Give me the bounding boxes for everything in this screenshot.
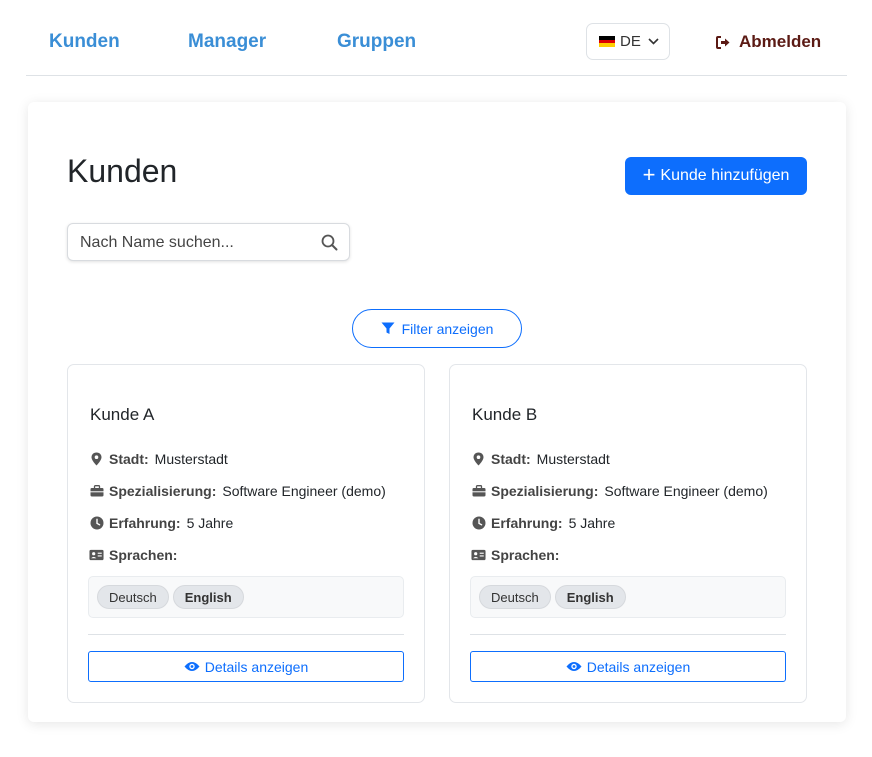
map-marker-icon: [89, 452, 104, 466]
plus-icon: +: [642, 162, 656, 187]
experience-label: Erfahrung:: [109, 515, 181, 531]
top-navigation: Kunden Manager Gruppen DE Abmelden: [26, 0, 847, 76]
show-details-button[interactable]: Details anzeigen: [88, 651, 404, 682]
eye-icon: [184, 662, 200, 671]
id-card-icon: [89, 549, 104, 561]
search-box: [67, 223, 350, 261]
main-card: Kunden + Kunde hinzufügen Filter anzeige…: [28, 102, 846, 722]
logout-label: Abmelden: [739, 32, 822, 51]
clock-icon: [471, 516, 486, 530]
details-label: Details anzeigen: [204, 658, 309, 675]
details-label: Details anzeigen: [586, 658, 691, 675]
show-filter-button[interactable]: Filter anzeigen: [352, 309, 522, 348]
specialization-label: Spezialisierung:: [491, 483, 599, 499]
map-marker-icon: [471, 452, 486, 466]
city-value: Musterstadt: [154, 451, 228, 467]
logout-button[interactable]: Abmelden: [716, 31, 821, 53]
customer-city-row: Stadt: Musterstadt: [471, 450, 610, 468]
language-value: DE: [620, 33, 641, 50]
language-select[interactable]: DE: [586, 23, 670, 60]
experience-value: 5 Jahre: [568, 515, 616, 531]
customer-card: Kunde B Stadt: Musterstadt Spezialisieru…: [449, 364, 807, 703]
add-customer-button[interactable]: + Kunde hinzufügen: [625, 157, 807, 195]
customer-languages-row: Sprachen:: [89, 546, 183, 564]
nav-link-manager[interactable]: Manager: [188, 31, 266, 53]
languages-list: Deutsch English: [88, 576, 404, 618]
customer-languages-row: Sprachen:: [471, 546, 565, 564]
filter-icon: [381, 322, 395, 334]
language-badge: English: [554, 585, 626, 609]
languages-list: Deutsch English: [470, 576, 786, 618]
flag-de-icon: [599, 36, 615, 48]
specialization-label: Spezialisierung:: [109, 483, 217, 499]
nav-link-kunden[interactable]: Kunden: [49, 31, 120, 53]
customer-card: Kunde A Stadt: Musterstadt Spezialisieru…: [67, 364, 425, 703]
city-label: Stadt:: [109, 451, 149, 467]
divider: [88, 634, 404, 635]
language-badge: Deutsch: [479, 585, 551, 609]
search-icon[interactable]: [321, 234, 338, 251]
filter-label: Filter anzeigen: [401, 320, 494, 337]
divider: [470, 634, 786, 635]
search-input[interactable]: [80, 233, 310, 253]
id-card-icon: [471, 549, 486, 561]
customer-experience-row: Erfahrung: 5 Jahre: [89, 514, 233, 532]
customer-experience-row: Erfahrung: 5 Jahre: [471, 514, 615, 532]
city-label: Stadt:: [491, 451, 531, 467]
language-badge: English: [172, 585, 244, 609]
specialization-value: Software Engineer (demo): [604, 483, 768, 499]
customer-name: Kunde A: [90, 405, 155, 424]
customer-name: Kunde B: [472, 405, 538, 424]
city-value: Musterstadt: [536, 451, 610, 467]
page-title: Kunden: [67, 153, 178, 189]
chevron-down-icon: [648, 38, 659, 45]
languages-label: Sprachen:: [109, 547, 178, 563]
add-customer-label: Kunde hinzufügen: [660, 167, 790, 184]
eye-icon: [566, 662, 582, 671]
logout-icon: [716, 35, 730, 49]
show-details-button[interactable]: Details anzeigen: [470, 651, 786, 682]
briefcase-icon: [471, 485, 486, 497]
language-badge: Deutsch: [97, 585, 169, 609]
experience-value: 5 Jahre: [186, 515, 234, 531]
specialization-value: Software Engineer (demo): [222, 483, 386, 499]
briefcase-icon: [89, 485, 104, 497]
customer-specialization-row: Spezialisierung: Software Engineer (demo…: [89, 482, 386, 500]
clock-icon: [89, 516, 104, 530]
languages-label: Sprachen:: [491, 547, 560, 563]
experience-label: Erfahrung:: [491, 515, 563, 531]
customer-specialization-row: Spezialisierung: Software Engineer (demo…: [471, 482, 768, 500]
customer-city-row: Stadt: Musterstadt: [89, 450, 228, 468]
nav-link-gruppen[interactable]: Gruppen: [337, 31, 416, 53]
